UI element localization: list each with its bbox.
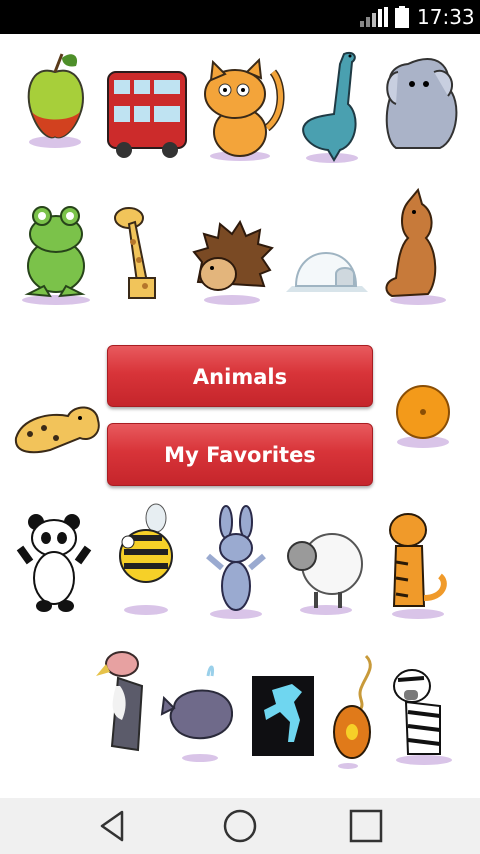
battery-icon [395,6,409,28]
tiger-tile[interactable] [378,502,468,632]
recents-button[interactable] [344,804,388,848]
home-icon [223,809,257,843]
leopard-tile[interactable] [10,364,100,494]
hedgehog-tile[interactable] [188,182,278,312]
elephant-icon [385,58,458,149]
bus-icon [107,71,187,158]
my-favorites-button[interactable]: My Favorites [107,423,373,486]
apple-icon [27,53,84,148]
rabbit-icon [206,505,266,619]
whale-icon [160,665,234,762]
screen: 17:33 Animals My Favorites [0,0,480,854]
home-button[interactable] [218,804,262,848]
panda-tile[interactable] [10,502,100,632]
frog-icon [22,206,90,305]
animals-button[interactable]: Animals [107,345,373,407]
dinosaur-icon [302,52,358,163]
hedgehog-icon [192,219,274,305]
elephant-tile[interactable] [378,44,468,174]
kangaroo-tile[interactable] [378,182,468,312]
alphabet-grid [0,34,480,798]
orange-tile[interactable] [378,364,468,494]
rabbit-tile[interactable] [190,502,280,632]
giraffe-icon [114,207,156,299]
bus-tile[interactable] [102,44,192,174]
sheep-tile[interactable] [280,502,370,632]
back-icon [100,810,124,842]
bee-tile[interactable] [100,502,190,632]
x-ray-dinosaur-icon [252,676,314,756]
bee-icon [119,503,173,615]
x-ray-tile[interactable] [246,646,336,776]
orange-icon [396,385,450,448]
clock: 17:33 [417,5,475,29]
back-button[interactable] [92,804,136,848]
cat-tile[interactable] [195,44,285,174]
giraffe-tile[interactable] [105,182,195,312]
kangaroo-icon [385,187,446,305]
tiger-icon [389,513,447,619]
igloo-tile[interactable] [282,182,372,312]
cat-icon [204,57,285,161]
igloo-icon [286,252,368,292]
leopard-icon [14,406,100,454]
navigation-bar [0,798,480,854]
sheep-icon [287,533,363,615]
zebra-tile[interactable] [378,646,468,776]
status-bar: 17:33 [0,0,480,34]
whale-tile[interactable] [160,646,250,776]
apple-tile[interactable] [10,44,100,174]
panda-icon [16,514,92,612]
zebra-icon [393,669,452,765]
recents-icon [349,809,383,843]
frog-tile[interactable] [10,182,100,312]
dinosaur-tile[interactable] [290,44,380,174]
signal-icon [360,7,388,27]
